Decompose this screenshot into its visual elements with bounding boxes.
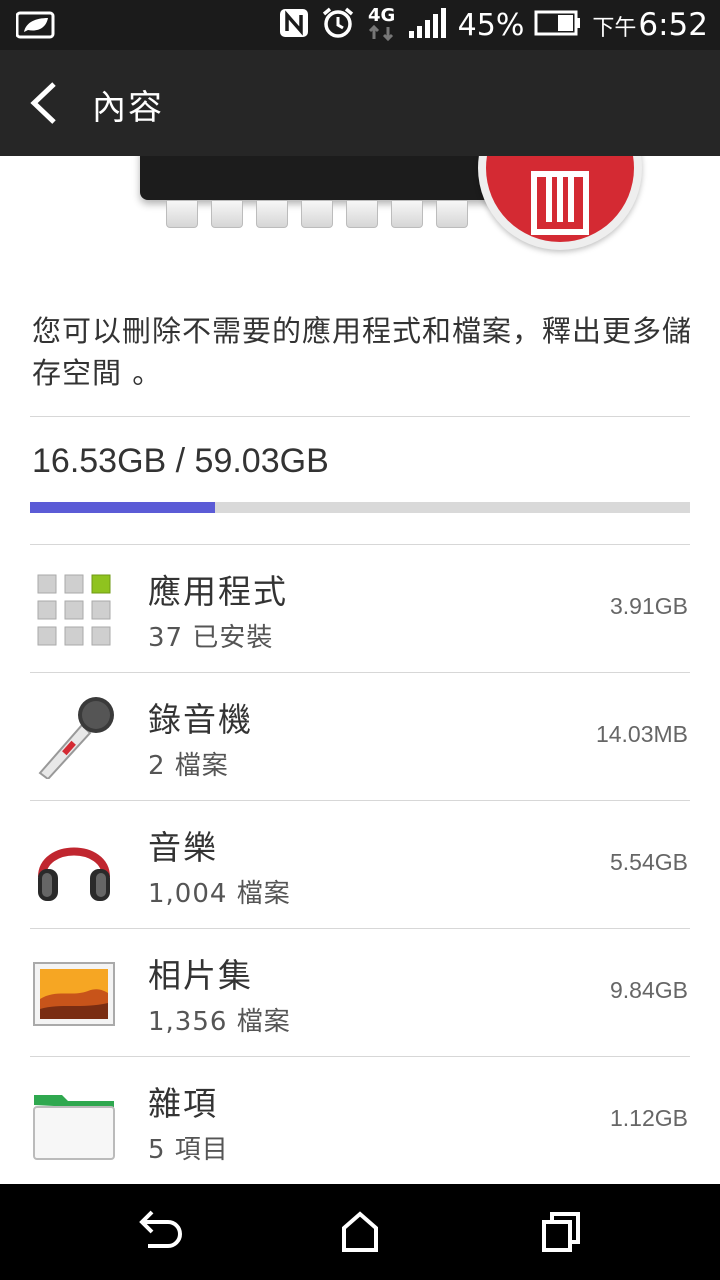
storage-usage-text: 16.53GB / 59.03GB bbox=[32, 442, 329, 480]
nav-home-button[interactable] bbox=[330, 1206, 390, 1258]
chevron-left-icon bbox=[30, 82, 56, 124]
page-title: 內容 bbox=[92, 88, 164, 128]
category-subtitle: 5 項目 bbox=[148, 1135, 229, 1165]
category-subtitle: 1,356 檔案 bbox=[148, 1007, 291, 1037]
headphones-icon bbox=[32, 823, 116, 907]
category-title: 錄音機 bbox=[148, 700, 253, 739]
leaf-icon bbox=[15, 10, 56, 40]
divider bbox=[30, 416, 690, 417]
signal-icon bbox=[408, 7, 448, 43]
memory-chip-icon bbox=[140, 156, 500, 200]
svg-text:4G: 4G bbox=[368, 5, 395, 26]
category-subtitle: 2 檔案 bbox=[148, 751, 229, 781]
battery-icon bbox=[534, 10, 582, 40]
action-bar: 內容 bbox=[0, 50, 720, 156]
photo-icon bbox=[32, 951, 116, 1035]
category-size: 5.54GB bbox=[610, 849, 688, 875]
category-title: 雜項 bbox=[148, 1084, 218, 1123]
storage-usage-bar bbox=[30, 502, 690, 513]
back-arrow-icon bbox=[139, 1210, 182, 1248]
battery-percent: 45% bbox=[457, 7, 525, 43]
category-row-music[interactable]: 音樂 1,004 檔案 5.54GB bbox=[0, 801, 720, 929]
status-bar: 4G 45% 下午6:52 bbox=[0, 0, 720, 50]
4g-icon: 4G bbox=[366, 3, 398, 47]
category-row-apps[interactable]: 應用程式 37 已安裝 3.91GB bbox=[0, 545, 720, 673]
category-subtitle: 37 已安裝 bbox=[148, 623, 274, 653]
home-icon bbox=[342, 1211, 378, 1252]
folder-icon bbox=[32, 1079, 116, 1163]
category-row-recorder[interactable]: 錄音機 2 檔案 14.03MB bbox=[0, 673, 720, 801]
nav-recents-button[interactable] bbox=[530, 1206, 590, 1258]
category-row-misc[interactable]: 雜項 5 項目 1.12GB bbox=[0, 1057, 720, 1185]
storage-description: 您可以刪除不需要的應用程式和檔案，釋出更多儲存空間 。 bbox=[32, 314, 693, 390]
category-size: 1.12GB bbox=[610, 1105, 688, 1131]
category-subtitle: 1,004 檔案 bbox=[148, 879, 291, 909]
category-size: 9.84GB bbox=[610, 977, 688, 1003]
alarm-icon bbox=[320, 5, 356, 45]
storage-hero-illustration bbox=[0, 156, 720, 276]
recents-icon bbox=[542, 1212, 580, 1252]
category-size: 14.03MB bbox=[595, 721, 688, 747]
storage-usage-bar-fill bbox=[30, 502, 215, 513]
trash-icon bbox=[478, 156, 642, 250]
category-title: 應用程式 bbox=[148, 572, 288, 611]
category-title: 音樂 bbox=[148, 828, 218, 867]
microphone-icon bbox=[32, 695, 116, 781]
category-title: 相片集 bbox=[148, 956, 253, 995]
back-button[interactable] bbox=[24, 78, 68, 128]
category-size: 3.91GB bbox=[610, 593, 688, 619]
category-row-gallery[interactable]: 相片集 1,356 檔案 9.84GB bbox=[0, 929, 720, 1057]
navigation-bar bbox=[0, 1184, 720, 1280]
nav-back-button[interactable] bbox=[130, 1206, 190, 1258]
apps-grid-icon bbox=[32, 567, 116, 651]
nfc-icon bbox=[278, 7, 310, 43]
clock: 下午6:52 bbox=[592, 7, 708, 43]
